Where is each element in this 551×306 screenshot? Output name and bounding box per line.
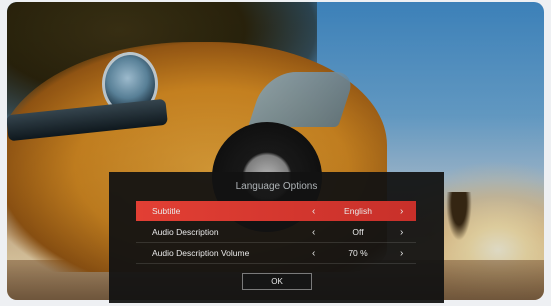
chevron-left-icon[interactable]: ‹	[312, 206, 315, 217]
chevron-left-icon[interactable]: ‹	[312, 227, 315, 238]
option-value: Off	[352, 227, 364, 237]
option-label: Subtitle	[152, 206, 181, 216]
chevron-left-icon[interactable]: ‹	[312, 248, 315, 259]
chevron-right-icon[interactable]: ›	[400, 227, 403, 238]
option-label: Audio Description Volume	[152, 248, 250, 258]
language-options-dialog: Language Options Subtitle ‹ English › Au…	[109, 172, 444, 303]
ok-button[interactable]: OK	[242, 273, 312, 290]
option-label: Audio Description	[152, 227, 219, 237]
option-row-audio-description[interactable]: Audio Description ‹ Off ›	[136, 222, 416, 243]
chevron-right-icon[interactable]: ›	[400, 248, 403, 259]
chevron-right-icon[interactable]: ›	[400, 206, 403, 217]
option-value: English	[344, 206, 372, 216]
dialog-title: Language Options	[235, 181, 318, 192]
option-row-subtitle[interactable]: Subtitle ‹ English ›	[136, 201, 416, 221]
option-value: 70 %	[348, 248, 368, 258]
option-row-audio-description-volume[interactable]: Audio Description Volume ‹ 70 % ›	[136, 243, 416, 264]
